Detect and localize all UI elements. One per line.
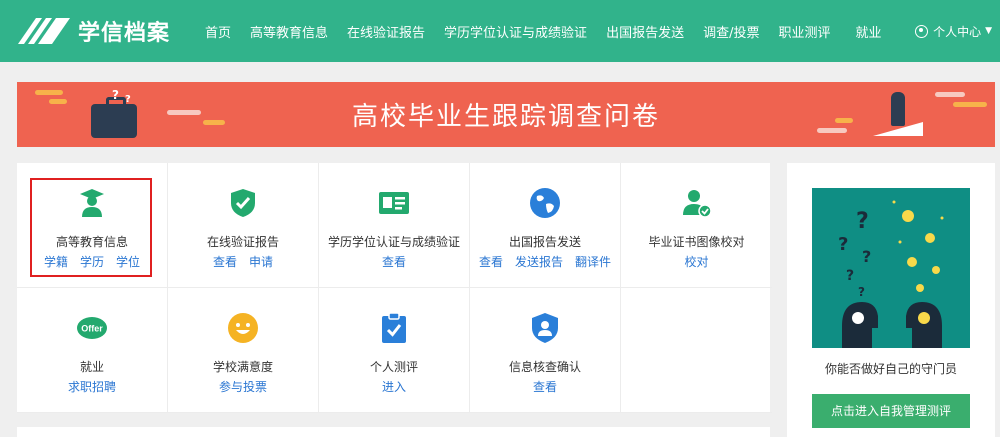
service-title: 个人测评 <box>369 360 418 374</box>
link-translation[interactable]: 翻译件 <box>575 255 611 269</box>
user-center-label: 个人中心 <box>933 24 982 39</box>
logo-mark-icon <box>18 18 70 44</box>
svg-text:?: ? <box>862 247 871 266</box>
nav-item-employment[interactable]: 就业 <box>855 22 881 41</box>
link-view[interactable]: 查看 <box>533 380 557 394</box>
nav-item-home[interactable]: 首页 <box>205 22 231 41</box>
main-nav: 首页 高等教育信息 在线验证报告 学历学位认证与成绩验证 出国报告发送 调查/投… <box>205 0 901 62</box>
svg-text:?: ? <box>846 268 854 284</box>
banner-title: 高校毕业生跟踪调查问卷 <box>351 102 660 132</box>
banner-deco <box>935 92 965 97</box>
nav-item-career-test[interactable]: 职业测评 <box>778 22 830 41</box>
svg-text:Offer: Offer <box>81 324 103 334</box>
link-enter[interactable]: 进入 <box>382 380 406 394</box>
service-title: 学校满意度 <box>212 360 273 374</box>
service-abroad-report[interactable]: 出国报告发送 查看 发送报告 翻译件 <box>470 163 621 288</box>
clipboard-check-icon <box>382 312 406 343</box>
nav-item-online-report[interactable]: 在线验证报告 <box>347 22 425 41</box>
service-certificate-check[interactable]: 毕业证书图像校对 校对 <box>621 163 772 288</box>
service-links: 求职招聘 <box>17 378 167 395</box>
self-test-promo: ? ? ? ? ? 你能否做好自己的守门员 点击进入自我管理测评 <box>787 163 995 437</box>
next-section <box>17 427 770 437</box>
service-satisfaction[interactable]: 学校满意度 参与投票 <box>168 288 319 413</box>
nav-item-survey[interactable]: 调查/投票 <box>703 22 759 41</box>
link-view[interactable]: 查看 <box>213 255 237 269</box>
service-panel: 高等教育信息 学籍 学历 学位 在线验证报告 查看 申请 学历学位认证与成绩验证 查看 <box>17 163 772 413</box>
service-certification[interactable]: 学历学位认证与成绩验证 查看 <box>319 163 470 288</box>
site-logo[interactable]: 学信档案 <box>16 14 170 48</box>
service-title: 学历学位认证与成绩验证 <box>327 235 460 249</box>
smiley-icon <box>228 313 258 343</box>
service-links: 参与投票 <box>168 378 318 395</box>
link-view[interactable]: 查看 <box>382 255 406 269</box>
service-higher-education[interactable]: 高等教育信息 学籍 学历 学位 <box>17 163 168 288</box>
link-proofread[interactable]: 校对 <box>684 255 708 269</box>
gatekeeper-illustration[interactable]: ? ? ? ? ? <box>812 188 970 348</box>
service-links: 查看 发送报告 翻译件 <box>470 253 620 270</box>
person-icon <box>891 92 905 126</box>
banner-deco <box>835 118 853 123</box>
banner-deco <box>35 90 63 95</box>
top-navbar: 学信档案 首页 高等教育信息 在线验证报告 学历学位认证与成绩验证 出国报告发送… <box>0 0 1000 62</box>
service-title: 出国报告发送 <box>508 235 581 249</box>
svg-text:?: ? <box>838 234 848 255</box>
highlight-box <box>30 178 152 277</box>
svg-text:?: ? <box>856 209 869 234</box>
user-shield-icon <box>532 313 558 343</box>
service-title: 在线验证报告 <box>206 235 279 249</box>
service-title: 就业 <box>79 360 104 374</box>
service-online-report[interactable]: 在线验证报告 查看 申请 <box>168 163 319 288</box>
survey-banner[interactable]: ? ? 高校毕业生跟踪调查问卷 <box>17 82 995 147</box>
service-employment[interactable]: Offer 就业 求职招聘 <box>17 288 168 413</box>
service-links: 查看 <box>470 378 620 395</box>
link-send-report[interactable]: 发送报告 <box>515 255 563 269</box>
link-job-search[interactable]: 求职招聘 <box>68 380 116 394</box>
enter-self-test-button[interactable]: 点击进入自我管理测评 <box>812 394 970 428</box>
service-links: 查看 申请 <box>168 253 318 270</box>
user-icon <box>915 24 929 38</box>
brand-name: 学信档案 <box>78 21 171 46</box>
banner-deco <box>953 102 987 107</box>
service-info-verify[interactable]: 信息核查确认 查看 <box>470 288 621 413</box>
nav-item-higher-education[interactable]: 高等教育信息 <box>250 22 328 41</box>
service-links: 校对 <box>621 253 772 270</box>
link-vote[interactable]: 参与投票 <box>219 380 267 394</box>
user-center-menu[interactable]: 个人中心 ▼ <box>915 0 992 62</box>
promo-caption: 你能否做好自己的守门员 <box>824 362 957 376</box>
link-apply[interactable]: 申请 <box>249 255 273 269</box>
nav-item-certification[interactable]: 学历学位认证与成绩验证 <box>444 22 587 41</box>
chevron-down-icon: ▼ <box>985 26 992 36</box>
svg-text:?: ? <box>858 285 865 299</box>
banner-deco <box>817 128 847 133</box>
shield-check-icon <box>231 189 255 217</box>
empty-cell <box>621 288 772 413</box>
service-title: 信息核查确认 <box>508 360 581 374</box>
service-title: 毕业证书图像校对 <box>648 235 745 249</box>
service-personal-test[interactable]: 个人测评 进入 <box>319 288 470 413</box>
service-links: 进入 <box>319 378 469 395</box>
globe-icon <box>530 188 560 218</box>
offer-icon: Offer <box>77 317 107 339</box>
link-view[interactable]: 查看 <box>479 255 503 269</box>
id-card-icon <box>379 192 409 214</box>
user-check-icon <box>682 190 712 218</box>
nav-item-abroad-report[interactable]: 出国报告发送 <box>606 22 684 41</box>
service-links: 查看 <box>319 253 469 270</box>
